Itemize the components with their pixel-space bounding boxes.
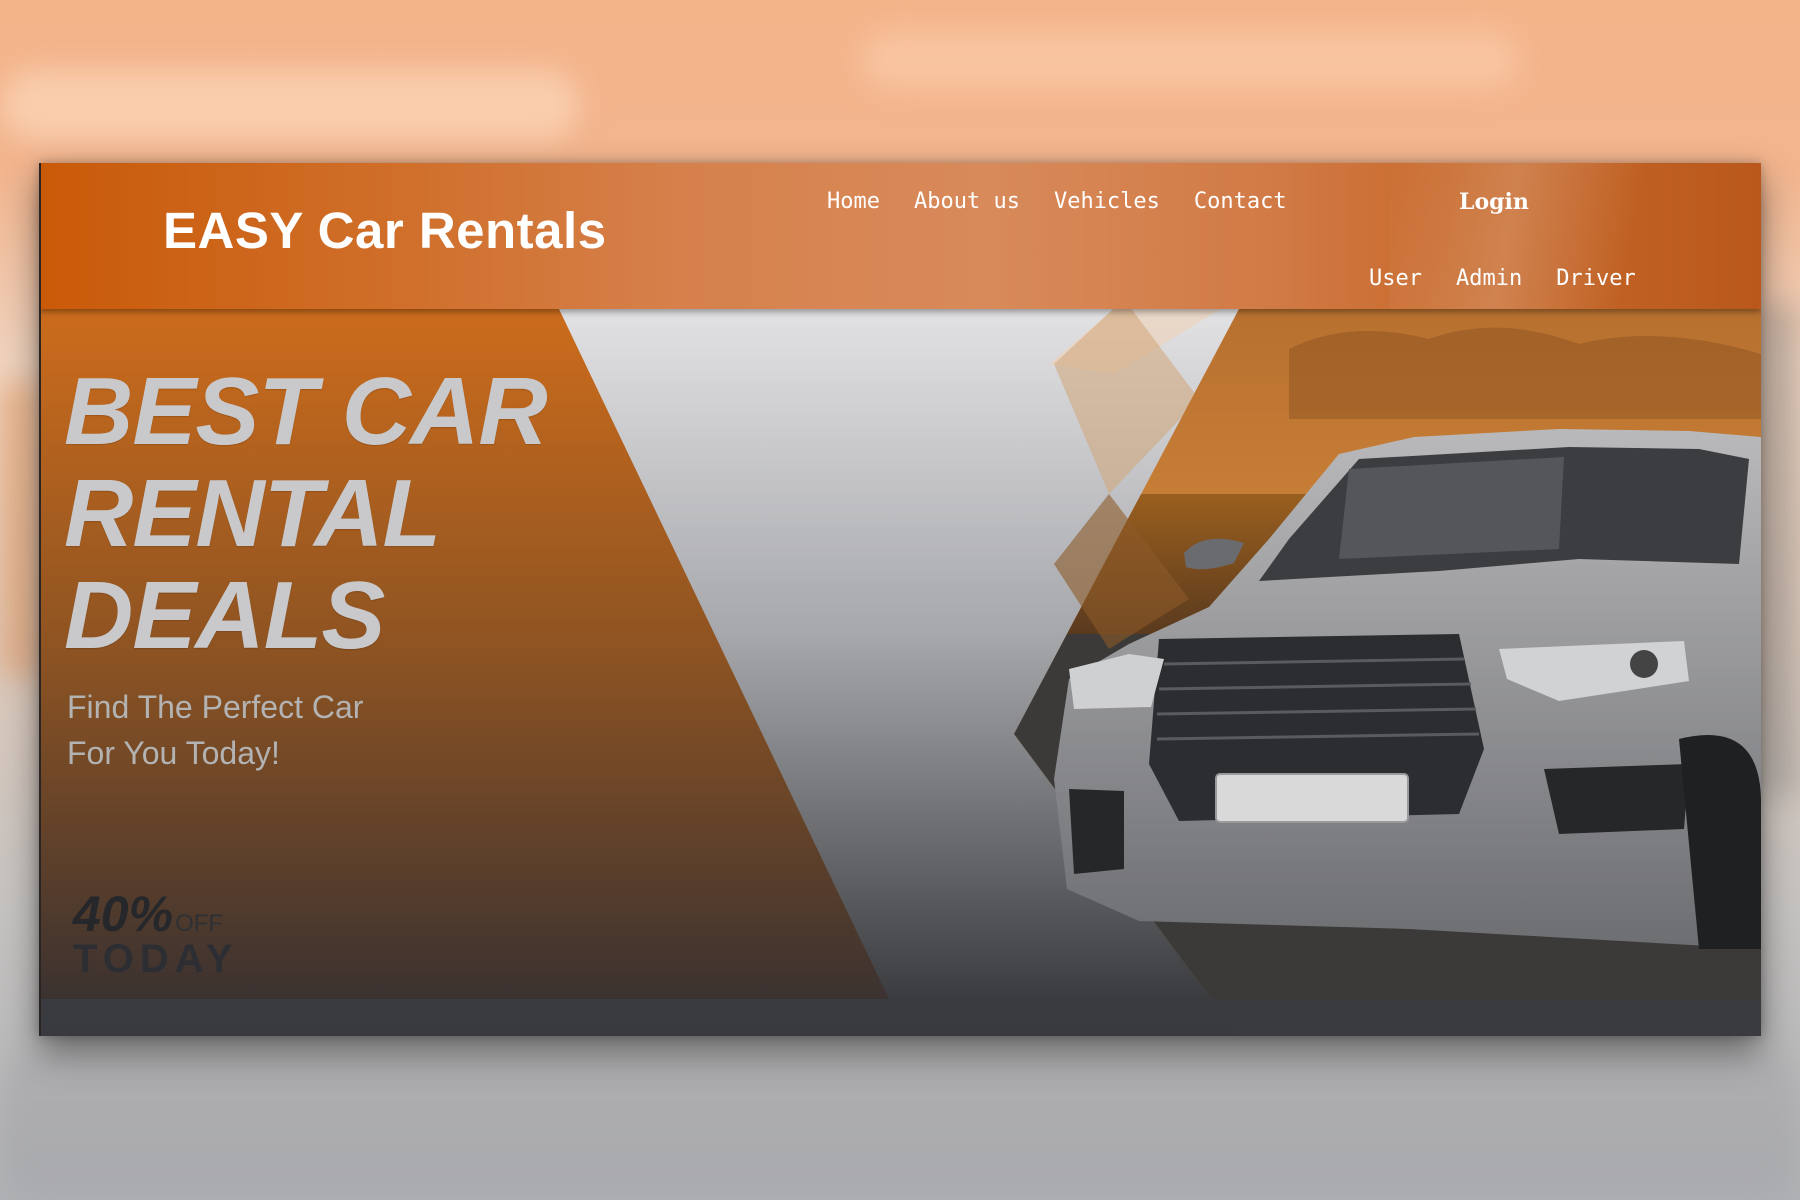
main-nav: Home About us Vehicles Contact [827, 189, 1287, 214]
backdrop-blur [0, 70, 580, 140]
backdrop-blur [0, 380, 40, 680]
subheadline-line: For You Today! [67, 735, 280, 771]
hero-headline: BEST CAR RENTAL DEALS [64, 358, 548, 669]
frame-edge [39, 163, 41, 1036]
headline-line: RENTAL [64, 460, 441, 567]
nav-home[interactable]: Home [827, 189, 880, 214]
discount-percent: 40% [73, 886, 174, 942]
discount-off-label: OFF [175, 910, 224, 937]
login-menu[interactable]: Login [1459, 189, 1529, 215]
discount-badge: 40%OFF TODAY [73, 885, 239, 982]
backdrop-blur [860, 30, 1520, 90]
hero-banner: BEST CAR RENTAL DEALS Find The Perfect C… [39, 309, 1761, 1036]
login-admin[interactable]: Admin [1456, 266, 1522, 291]
headline-line: DEALS [64, 562, 385, 669]
discount-today-label: TODAY [73, 937, 239, 981]
website-screenshot: EASY Car Rentals Home About us Vehicles … [39, 163, 1761, 1036]
headline-line: BEST CAR [64, 358, 548, 465]
login-options: User Admin Driver [1369, 266, 1636, 291]
subheadline-line: Find The Perfect Car [67, 689, 364, 725]
brand-logo[interactable]: EASY Car Rentals [163, 201, 607, 260]
nav-vehicles[interactable]: Vehicles [1054, 189, 1160, 214]
login-user[interactable]: User [1369, 266, 1422, 291]
bottom-strip [39, 999, 1761, 1036]
site-header: EASY Car Rentals Home About us Vehicles … [39, 163, 1761, 309]
hero-subheadline: Find The Perfect Car For You Today! [67, 684, 363, 776]
backdrop-blur [1760, 300, 1800, 800]
nav-contact[interactable]: Contact [1194, 189, 1287, 214]
login-driver[interactable]: Driver [1556, 266, 1635, 291]
nav-about-us[interactable]: About us [914, 189, 1020, 214]
backdrop-blur [0, 1050, 1800, 1200]
